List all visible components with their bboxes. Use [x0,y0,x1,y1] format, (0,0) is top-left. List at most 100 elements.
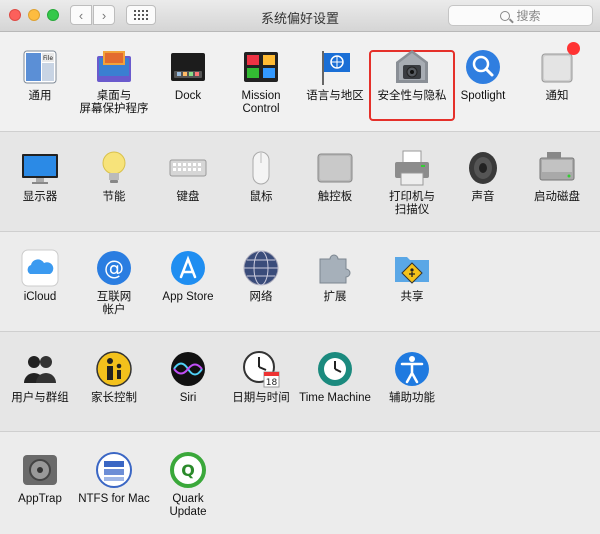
pref-pane-label: 节能 [102,191,126,203]
keyboard-icon [169,149,207,187]
pref-pane-appstore[interactable]: App Store [149,249,227,304]
pref-pane-extensions[interactable]: 扩展 [296,249,374,304]
pref-pane-label: 用户与群组 [11,392,69,404]
pref-pane-label: Spotlight [460,90,506,102]
users-icon [21,350,59,388]
chevron-right-icon: › [101,7,107,23]
pref-pane-label: 互联网 帐户 [96,291,132,316]
security-icon [393,48,431,86]
search-placeholder: 搜索 [516,9,541,23]
desktop-icon [95,48,133,86]
displays-icon [21,149,59,187]
pref-pane-keyboard[interactable]: 键盘 [149,149,227,204]
back-button[interactable]: ‹ [70,5,92,25]
pref-pane-icloud[interactable]: iCloud [1,249,79,304]
pref-pane-label: 打印机与 扫描仪 [389,191,435,216]
svg-text:File: File [43,55,53,62]
pref-pane-label: 日期与时间 [232,392,290,404]
notifications-icon [538,42,580,86]
pref-pane-language[interactable]: 语言与地区 [296,48,374,103]
spotlight-icon [464,48,502,86]
pref-pane-label: Time Machine [299,392,371,404]
pref-pane-datetime[interactable]: 18 日期与时间 [222,350,300,405]
pref-pane-dock[interactable]: Dock [149,48,227,103]
pref-pane-label: Dock [174,90,202,102]
mission-icon [242,48,280,86]
pref-pane-quark[interactable]: Q Quark Update [149,451,227,519]
pref-pane-label: 通用 [28,90,52,102]
sharing-icon [393,249,431,287]
parental-icon [95,350,133,388]
general-icon: File [21,48,59,86]
pref-pane-label: 家长控制 [91,392,137,404]
network-icon [242,249,280,287]
pref-pane-label: 显示器 [22,191,58,203]
dock-icon [169,48,207,86]
pref-pane-sound[interactable]: 声音 [444,149,522,204]
appstore-icon [169,249,207,287]
pref-pane-label: 鼠标 [249,191,273,203]
pref-pane-network[interactable]: 网络 [222,249,300,304]
trackpad-icon [316,149,354,187]
apptrap-icon [21,451,59,489]
pref-pane-label: 辅助功能 [389,392,435,404]
svg-text:Q: Q [181,461,195,480]
pref-pane-timemachine[interactable]: Time Machine [296,350,374,405]
icloud-icon [21,249,59,287]
printers-icon [393,149,431,187]
pref-pane-printers[interactable]: 打印机与 扫描仪 [373,149,451,217]
svg-text:@: @ [104,256,124,280]
pref-pane-label: NTFS for Mac [78,493,150,505]
pref-pane-energy[interactable]: 节能 [75,149,153,204]
pref-pane-apptrap[interactable]: AppTrap [1,451,79,506]
mouse-icon [242,149,280,187]
language-icon [316,48,354,86]
pref-pane-sharing[interactable]: 共享 [373,249,451,304]
pref-pane-siri[interactable]: Siri [149,350,227,405]
pref-pane-label: iCloud [23,291,57,303]
zoom-button[interactable] [47,9,59,21]
close-button[interactable] [9,9,21,21]
pref-pane-spotlight[interactable]: Spotlight [444,48,522,103]
timemachine-icon [316,350,354,388]
pref-pane-label: 键盘 [176,191,200,203]
chevron-left-icon: ‹ [78,7,84,23]
pref-pane-internet[interactable]: @ 互联网 帐户 [75,249,153,317]
pref-pane-users[interactable]: 用户与群组 [1,350,79,405]
pref-pane-parental[interactable]: 家长控制 [75,350,153,405]
pref-pane-accessibility[interactable]: 辅助功能 [373,350,451,405]
pref-pane-displays[interactable]: 显示器 [1,149,79,204]
title-bar: ‹ › 系统偏好设置 搜索 [0,0,600,32]
pref-pane-desktop[interactable]: 桌面与 屏幕保护程序 [75,48,153,116]
sound-icon [464,149,502,187]
show-all-button[interactable] [126,5,156,25]
search-field[interactable]: 搜索 [448,5,593,26]
startup-icon [538,149,576,187]
pref-pane-mission[interactable]: Mission Control [222,48,300,116]
system-preferences-window: ‹ › 系统偏好设置 搜索 File 通用 桌面与 屏幕保护程序 Dock Missio… [0,0,600,534]
pref-pane-security[interactable]: 安全性与隐私 [373,48,451,103]
grid-icon [134,10,148,20]
pref-pane-label: AppTrap [18,493,62,505]
pref-pane-trackpad[interactable]: 触控板 [296,149,374,204]
siri-icon [169,350,207,388]
extensions-icon [316,249,354,287]
pref-pane-notifications[interactable]: 通知 [518,42,596,103]
minimize-button[interactable] [28,9,40,21]
pref-pane-label: 通知 [545,90,569,102]
accessibility-icon [393,350,431,388]
pref-pane-label: 共享 [400,291,424,303]
pref-pane-label: App Store [162,291,214,303]
pref-pane-startup[interactable]: 启动磁盘 [518,149,596,204]
pref-pane-general[interactable]: File 通用 [1,48,79,103]
pref-pane-label: Mission Control [241,90,281,115]
quark-icon: Q [169,451,207,489]
pref-pane-label: 声音 [471,191,495,203]
pref-pane-mouse[interactable]: 鼠标 [222,149,300,204]
pref-pane-ntfs[interactable]: NTFS for Mac [75,451,153,506]
internet-icon: @ [95,249,133,287]
pref-pane-label: 网络 [249,291,273,303]
pref-pane-label: 触控板 [317,191,353,203]
pref-pane-label: 扩展 [323,291,347,303]
forward-button[interactable]: › [93,5,115,25]
